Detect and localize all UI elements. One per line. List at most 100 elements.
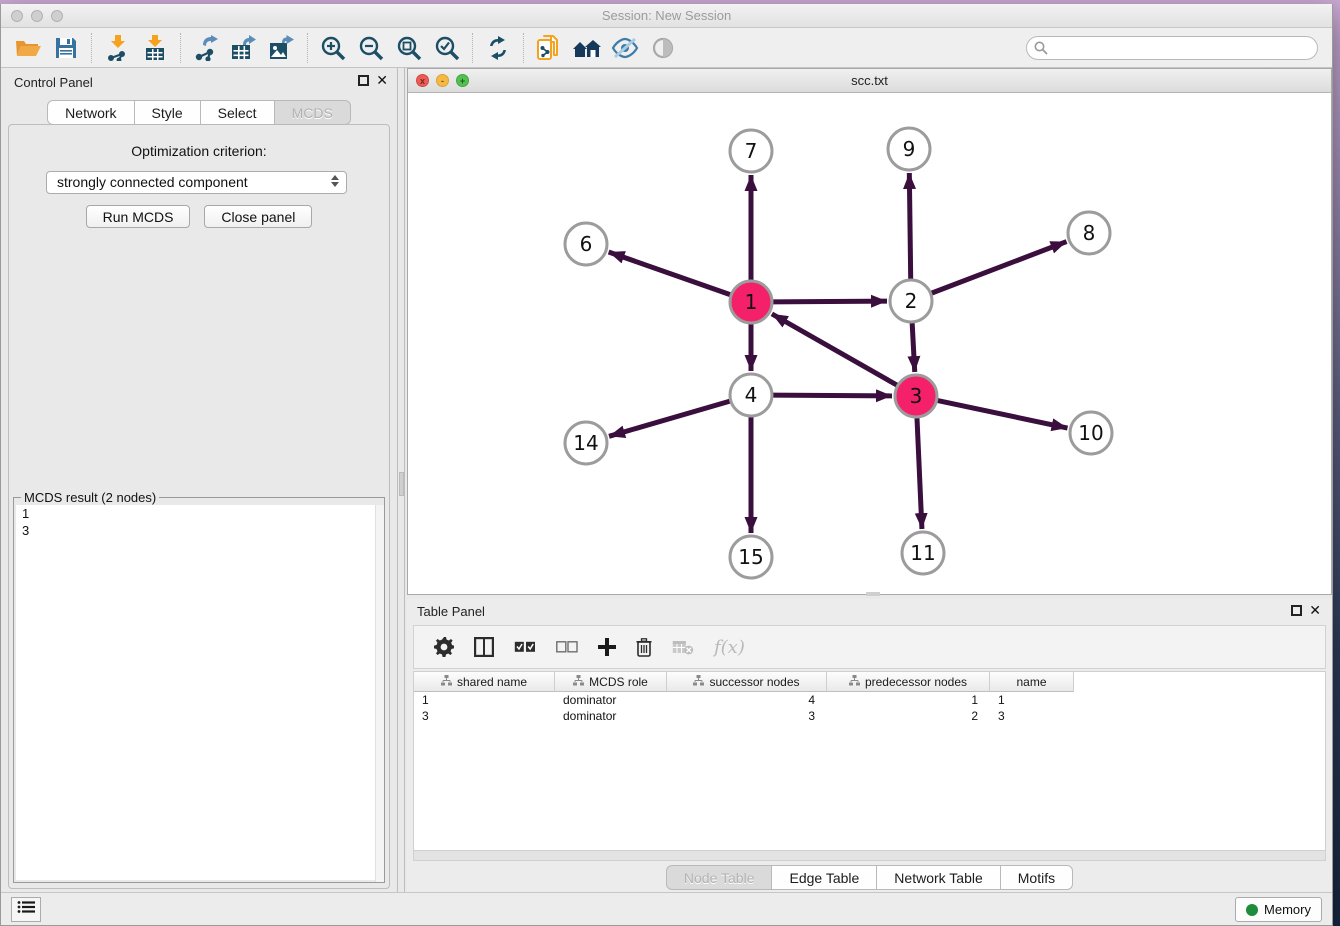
main-content: Control Panel ✕ NetworkStyleSelectMCDS O…: [1, 68, 1332, 897]
mcds-result-text[interactable]: 13: [16, 505, 382, 880]
network-window-titlebar: x - + scc.txt: [408, 69, 1331, 93]
graph-node-14[interactable]: 14: [565, 422, 607, 464]
graph-edge-4-14[interactable]: [609, 401, 731, 436]
svg-text:2: 2: [905, 289, 918, 313]
tab-node-table[interactable]: Node Table: [666, 865, 773, 890]
duplicate-network-icon: [536, 34, 562, 62]
zoom-in-button[interactable]: [314, 32, 352, 64]
graph-node-3[interactable]: 3: [895, 375, 937, 417]
column-label: name: [1016, 675, 1046, 689]
table-row[interactable]: 3dominator323: [414, 708, 1074, 724]
graph-edge-3-11[interactable]: [917, 417, 922, 529]
graph-node-8[interactable]: 8: [1068, 212, 1110, 254]
delete-icon[interactable]: [636, 638, 652, 657]
search-field-wrap: [1026, 36, 1318, 60]
column-header-successor-nodes[interactable]: successor nodes: [667, 672, 827, 692]
export-table-button[interactable]: [225, 32, 263, 64]
open-session-button[interactable]: [9, 32, 47, 64]
zoom-in-icon: [320, 35, 346, 61]
panel-splitter[interactable]: [397, 68, 405, 897]
close-panel-icon[interactable]: ✕: [376, 72, 388, 88]
column-header-MCDS-role[interactable]: MCDS role: [555, 672, 667, 692]
float-panel-icon[interactable]: [358, 75, 369, 86]
add-icon[interactable]: [598, 638, 616, 656]
run-mcds-button[interactable]: Run MCDS: [86, 205, 191, 228]
hierarchy-icon: [573, 675, 584, 689]
graph-edge-2-9[interactable]: [909, 173, 910, 280]
hide-selected-icon: [611, 36, 639, 60]
refresh-layout-button[interactable]: [479, 32, 517, 64]
toolbar-separator: [91, 33, 92, 63]
control-panel-tabs: NetworkStyleSelectMCDS: [1, 100, 397, 125]
network-canvas[interactable]: 1 2 3 4 6 7 8 9 10 11 14 15: [408, 93, 1331, 594]
tab-edge-table[interactable]: Edge Table: [772, 865, 877, 890]
graph-edge-1-6[interactable]: [609, 252, 732, 295]
table-row[interactable]: 1dominator411: [414, 692, 1074, 708]
export-network-button[interactable]: [187, 32, 225, 64]
close-panel-button[interactable]: Close panel: [204, 205, 312, 228]
tab-motifs[interactable]: Motifs: [1001, 865, 1073, 890]
graph-node-11[interactable]: 11: [902, 532, 944, 574]
hide-selected-button[interactable]: [606, 32, 644, 64]
graph-edge-4-3[interactable]: [772, 395, 892, 396]
table-panel-title: Table Panel: [417, 604, 485, 619]
optimization-criterion-label: Optimization criterion:: [9, 143, 389, 159]
zoom-out-button[interactable]: [352, 32, 390, 64]
graph-node-2[interactable]: 2: [890, 280, 932, 322]
tab-style[interactable]: Style: [135, 100, 201, 125]
graph-node-15[interactable]: 15: [730, 536, 772, 578]
close-table-panel-icon[interactable]: ✕: [1309, 602, 1321, 618]
export-image-button[interactable]: [263, 32, 301, 64]
graph-node-7[interactable]: 7: [730, 130, 772, 172]
tab-mcds[interactable]: MCDS: [275, 100, 351, 125]
first-neighbors-button[interactable]: [568, 32, 606, 64]
tab-network-table[interactable]: Network Table: [877, 865, 1000, 890]
tab-select[interactable]: Select: [201, 100, 275, 125]
import-table-button[interactable]: [136, 32, 174, 64]
zoom-fit-button[interactable]: [390, 32, 428, 64]
select-all-icon[interactable]: [514, 641, 536, 653]
graph-edge-3-1[interactable]: [772, 314, 898, 386]
column-header-predecessor-nodes[interactable]: predecessor nodes: [827, 672, 990, 692]
graph-node-9[interactable]: 9: [888, 128, 930, 170]
mcds-result-scrollbar[interactable]: [375, 505, 384, 882]
columns-icon[interactable]: [474, 637, 494, 657]
status-bar: Memory: [1, 892, 1332, 925]
toolbar-separator: [307, 33, 308, 63]
deselect-all-icon[interactable]: [556, 641, 578, 653]
task-history-button[interactable]: [11, 897, 41, 922]
gear-icon[interactable]: [434, 637, 454, 657]
column-header-name[interactable]: name: [990, 672, 1074, 692]
save-session-button[interactable]: [47, 32, 85, 64]
graph-edge-2-8[interactable]: [931, 242, 1067, 294]
import-network-button[interactable]: [98, 32, 136, 64]
criterion-select[interactable]: strongly connected component: [46, 171, 347, 194]
graph-edge-3-10[interactable]: [937, 400, 1068, 428]
graph-node-4[interactable]: 4: [730, 374, 772, 416]
delete-table-icon: [672, 639, 694, 655]
memory-button[interactable]: Memory: [1235, 897, 1322, 922]
svg-text:1: 1: [745, 290, 758, 314]
duplicate-network-button[interactable]: [530, 32, 568, 64]
svg-text:11: 11: [910, 541, 935, 565]
app-titlebar: Session: New Session: [1, 4, 1332, 28]
app-window: Session: New Session: [0, 4, 1333, 926]
graph-edge-2-3[interactable]: [912, 322, 915, 372]
graph-node-6[interactable]: 6: [565, 223, 607, 265]
search-input[interactable]: [1026, 36, 1318, 60]
splitter-handle[interactable]: [399, 472, 404, 496]
graph-node-10[interactable]: 10: [1070, 412, 1112, 454]
svg-text:10: 10: [1078, 421, 1103, 445]
float-table-panel-icon[interactable]: [1291, 605, 1302, 616]
network-resize-handle[interactable]: [866, 592, 880, 596]
zoom-selected-button[interactable]: [428, 32, 466, 64]
table-hscrollbar[interactable]: [413, 851, 1326, 861]
graph-edge-1-2[interactable]: [772, 301, 887, 302]
tab-network[interactable]: Network: [47, 100, 134, 125]
hierarchy-icon: [441, 675, 452, 689]
column-header-shared-name[interactable]: shared name: [414, 672, 555, 692]
graph-node-1[interactable]: 1: [730, 281, 772, 323]
show-all-button: [644, 32, 682, 64]
table-cell: 3: [414, 708, 555, 724]
table-cell: 1: [827, 692, 990, 708]
